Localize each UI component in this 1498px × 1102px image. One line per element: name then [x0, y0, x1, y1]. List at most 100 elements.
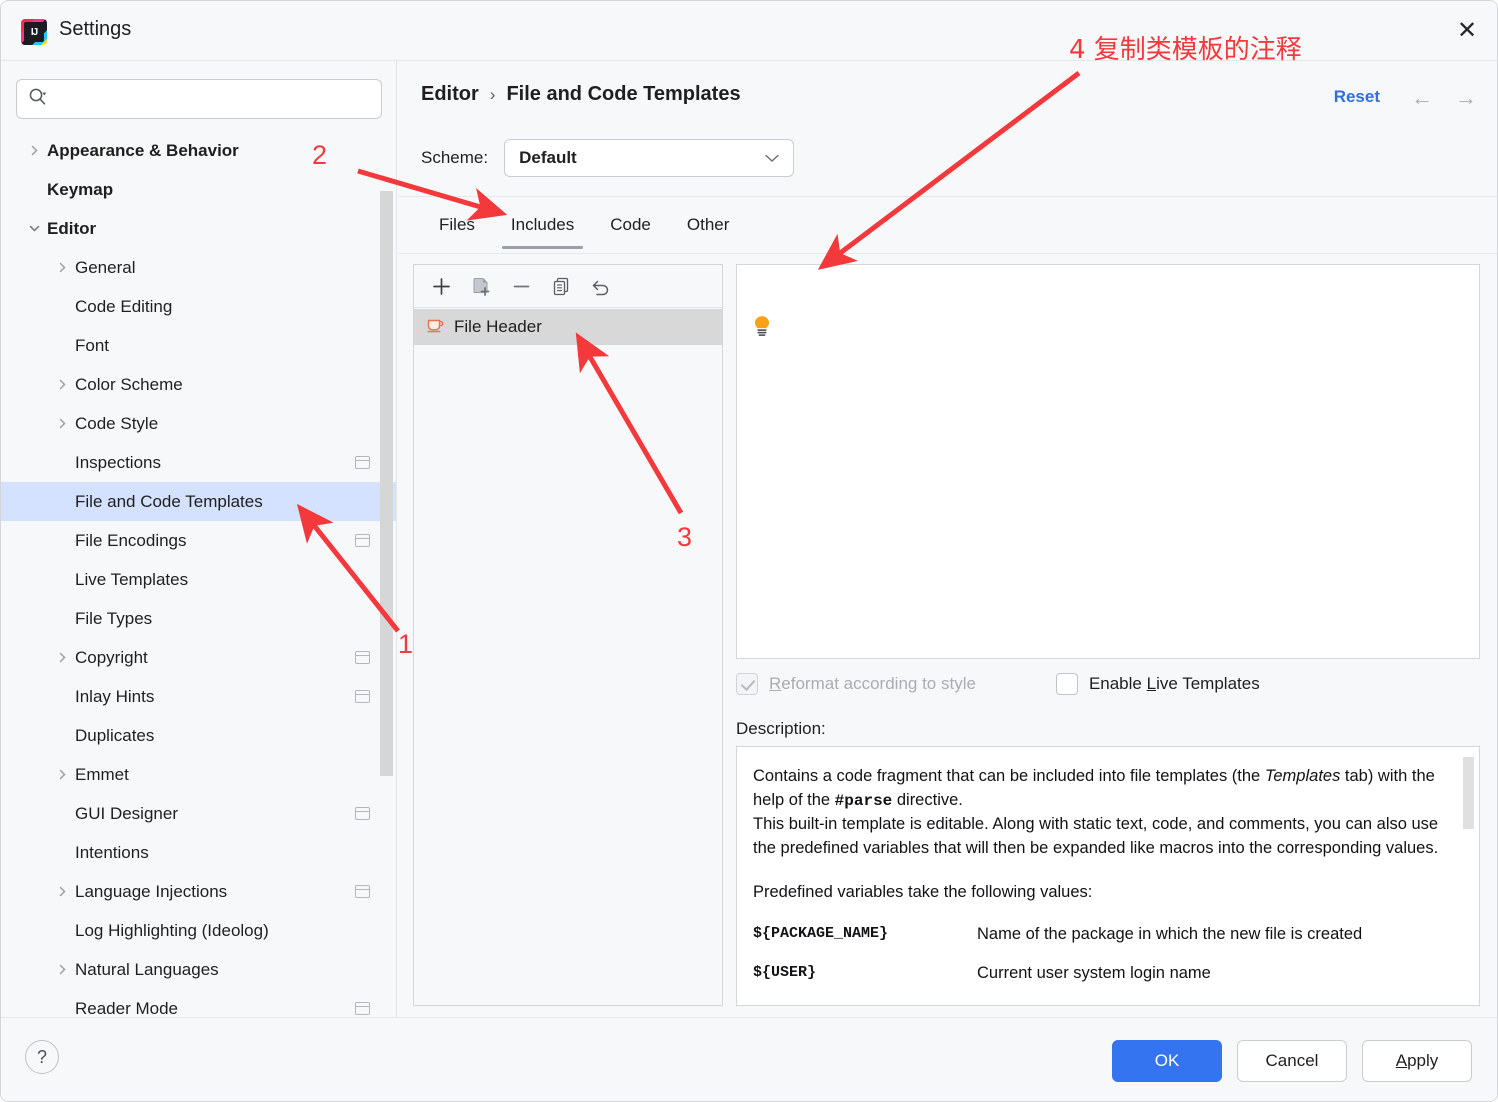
sidebar-item-keymap[interactable]: Keymap: [1, 170, 396, 209]
sidebar-item-label: Emmet: [75, 764, 129, 784]
tab-other[interactable]: Other: [669, 203, 748, 249]
java-file-icon: [426, 315, 445, 339]
title-bar: IJ Settings ✕: [1, 1, 1497, 61]
tab-label: Includes: [510, 215, 575, 234]
close-icon[interactable]: ✕: [1445, 9, 1489, 53]
predefined-variable-name: ${USER}: [753, 963, 817, 981]
description-scrollbar-track[interactable]: [1463, 749, 1477, 1003]
sidebar-item-color-scheme[interactable]: Color Scheme: [1, 365, 396, 404]
forward-arrow-icon[interactable]: →: [1455, 85, 1477, 111]
breadcrumb: Editor › File and Code Templates: [421, 83, 741, 106]
sidebar-item-file-encodings[interactable]: File Encodings: [1, 521, 396, 560]
reset-link[interactable]: Reset: [1334, 87, 1380, 107]
add-template-icon[interactable]: [425, 270, 457, 302]
sidebar-item-file-and-code-templates[interactable]: File and Code Templates: [1, 482, 396, 521]
settings-content-pane: Editor › File and Code Templates Reset ←…: [398, 61, 1497, 1017]
predefined-variable-row: ${PACKAGE_NAME} Name of the package in wh…: [753, 925, 1457, 944]
scheme-value: Default: [519, 148, 577, 167]
scheme-dropdown[interactable]: Default: [504, 139, 795, 177]
logo-text: IJ: [24, 22, 44, 42]
dialog-footer: ? OK Cancel Apply: [1, 1017, 1497, 1101]
cancel-button[interactable]: Cancel: [1237, 1040, 1347, 1082]
sidebar-item-label: Duplicates: [75, 725, 155, 745]
sidebar-item-language-injections[interactable]: Language Injections: [1, 872, 396, 911]
sidebar-item-log-highlighting-ideolog[interactable]: Log Highlighting (Ideolog): [1, 911, 396, 950]
sidebar-item-label: File Encodings: [75, 530, 187, 550]
sidebar-item-gui-designer[interactable]: GUI Designer: [1, 794, 396, 833]
scheme-row: Scheme: Default: [421, 139, 795, 177]
copy-template-icon[interactable]: [545, 270, 577, 302]
sidebar-item-editor[interactable]: Editor: [1, 209, 396, 248]
help-icon[interactable]: ?: [25, 1040, 59, 1074]
breadcrumb-separator-icon: ›: [489, 84, 496, 104]
back-arrow-icon[interactable]: ←: [1411, 85, 1433, 111]
apply-button[interactable]: Apply: [1362, 1040, 1472, 1082]
template-options-row: Reformat according to style Enable Live …: [736, 673, 1260, 695]
copy-settings-icon[interactable]: [355, 1001, 370, 1015]
revert-template-icon[interactable]: [585, 270, 617, 302]
lightbulb-icon[interactable]: [753, 315, 771, 337]
chevron-down-icon: [23, 209, 45, 248]
copy-settings-icon[interactable]: [355, 650, 370, 664]
sidebar-item-code-editing[interactable]: Code Editing: [1, 287, 396, 326]
template-list-panel: File Header: [413, 264, 723, 1006]
list-item[interactable]: File Header: [414, 309, 722, 345]
sidebar-item-copyright[interactable]: Copyright: [1, 638, 396, 677]
sidebar-item-emmet[interactable]: Emmet: [1, 755, 396, 794]
sidebar-item-inspections[interactable]: Inspections: [1, 443, 396, 482]
ok-button[interactable]: OK: [1112, 1040, 1222, 1082]
live-templates-checkbox-label: Enable Live Templates: [1088, 674, 1260, 693]
sidebar-item-label: File and Code Templates: [75, 491, 263, 511]
sidebar-item-label: Inlay Hints: [75, 686, 155, 706]
sidebar-item-label: Color Scheme: [75, 374, 183, 394]
tab-files[interactable]: Files: [421, 203, 493, 249]
live-templates-checkbox-box[interactable]: [1055, 673, 1078, 695]
reformat-label-rest: eformat according to style: [781, 674, 976, 693]
tab-includes[interactable]: Includes: [493, 203, 592, 249]
tab-label: Other: [686, 215, 730, 234]
sidebar-item-label: Font: [75, 335, 110, 355]
sidebar-item-code-style[interactable]: Code Style: [1, 404, 396, 443]
chevron-down-icon: [765, 151, 779, 166]
remove-template-icon[interactable]: [505, 270, 537, 302]
search-input[interactable]: [53, 89, 353, 109]
sidebar-item-font[interactable]: Font: [1, 326, 396, 365]
description-scrollbar-thumb[interactable]: [1463, 757, 1474, 829]
add-template-from-file-icon[interactable]: [465, 270, 497, 302]
sidebar-item-label: Copyright: [75, 647, 148, 667]
sidebar-scrollbar[interactable]: [380, 191, 393, 776]
breadcrumb-parent[interactable]: Editor: [421, 83, 479, 106]
copy-settings-icon[interactable]: [355, 533, 370, 547]
tab-code[interactable]: Code: [592, 203, 669, 249]
copy-settings-icon[interactable]: [355, 806, 370, 820]
sidebar-item-duplicates[interactable]: Duplicates: [1, 716, 396, 755]
sidebar-item-intentions[interactable]: Intentions: [1, 833, 396, 872]
predefined-variable-description: Name of the package in which the new fil…: [977, 924, 1363, 943]
copy-settings-icon[interactable]: [355, 884, 370, 898]
chevron-right-icon: [51, 950, 73, 989]
sidebar-item-live-templates[interactable]: Live Templates: [1, 560, 396, 599]
copy-settings-icon[interactable]: [355, 455, 370, 469]
settings-sidebar: Appearance & Behavior Keymap Editor General…: [1, 61, 397, 1017]
sidebar-item-label: Editor: [47, 218, 97, 238]
sidebar-item-inlay-hints[interactable]: Inlay Hints: [1, 677, 396, 716]
sidebar-item-general[interactable]: General: [1, 248, 396, 287]
sidebar-item-reader-mode[interactable]: Reader Mode: [1, 989, 396, 1017]
sidebar-item-natural-languages[interactable]: Natural Languages: [1, 950, 396, 989]
sidebar-item-label: Log Highlighting (Ideolog): [75, 920, 269, 940]
copy-settings-icon[interactable]: [355, 689, 370, 703]
sidebar-item-file-types[interactable]: File Types: [1, 599, 396, 638]
chevron-right-icon: [51, 248, 73, 287]
enable-live-templates-checkbox[interactable]: Enable Live Templates: [1055, 673, 1260, 695]
tabs-top-divider: [398, 196, 1497, 197]
sidebar-item-appearance-behavior[interactable]: Appearance & Behavior: [1, 131, 396, 170]
search-field[interactable]: [16, 79, 382, 119]
breadcrumb-current: File and Code Templates: [506, 83, 741, 105]
template-editor[interactable]: [736, 264, 1480, 659]
